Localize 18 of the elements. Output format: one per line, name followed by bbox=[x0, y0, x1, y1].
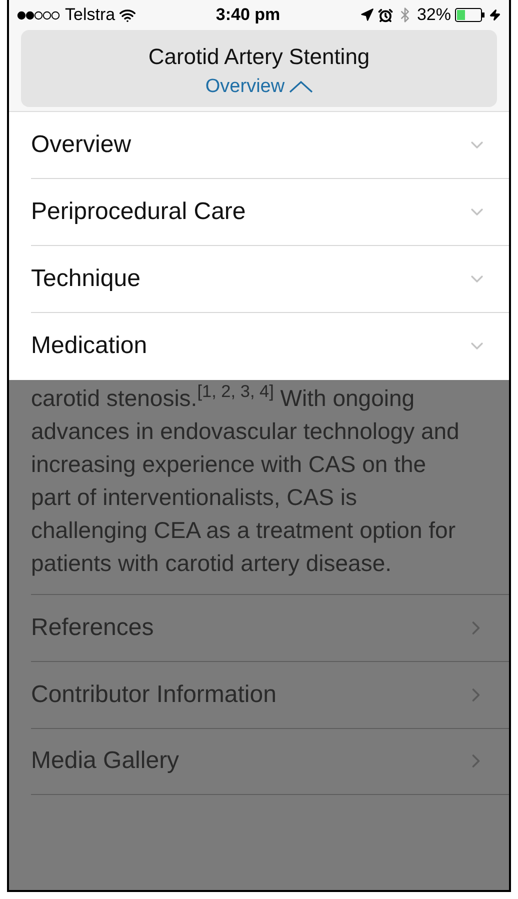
section-selector[interactable]: Carotid Artery Stenting Overview bbox=[21, 30, 497, 106]
section-menu-item[interactable]: Periprocedural Care bbox=[31, 178, 509, 246]
battery-icon bbox=[454, 8, 485, 22]
charging-icon bbox=[488, 9, 501, 21]
wifi-icon bbox=[119, 6, 136, 24]
section-menu-item[interactable]: Technique bbox=[31, 246, 509, 312]
status-time: 3:40 pm bbox=[216, 4, 280, 26]
battery-percent: 32% bbox=[416, 4, 451, 26]
alarm-icon bbox=[378, 8, 393, 22]
carrier-name: Telstra bbox=[65, 4, 116, 26]
section-menu-item[interactable]: Medication bbox=[31, 312, 509, 380]
signal-strength-icon bbox=[17, 10, 61, 20]
section-menu-item[interactable]: Overview bbox=[31, 112, 509, 178]
page-title: Carotid Artery Stenting bbox=[148, 43, 370, 71]
caret-up-icon bbox=[288, 81, 313, 94]
article-paragraph: carotid stenosis.$^{[1, 2, 3, 4]}$ With ongoing advances in endovascular technology and increasing experience with CAS on the part of interventionalists, CAS is challenging CEA as a treatment option for patients with carotid artery disease. bbox=[30, 380, 460, 578]
location-arrow-icon bbox=[360, 8, 374, 22]
current-section: Overview bbox=[205, 73, 285, 102]
